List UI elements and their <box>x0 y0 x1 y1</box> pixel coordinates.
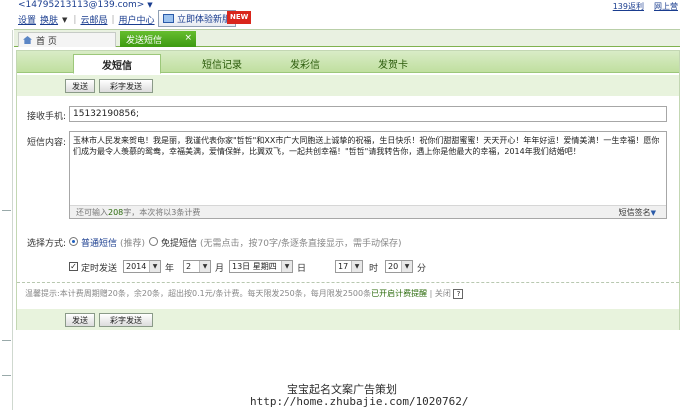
subtab-send-mms[interactable]: 发彩信 <box>275 54 335 73</box>
sub-tab-bar: 发短信 短信记录 发彩信 发贺卡 <box>17 51 679 74</box>
chevron-down-icon: ▼ <box>281 261 292 272</box>
new-badge: NEW <box>227 11 252 24</box>
subtab-send-sms[interactable]: 发短信 <box>73 54 161 74</box>
signature-dropdown[interactable]: 短信签名▼ <box>619 207 656 218</box>
recipient-label: 接收手机: <box>27 112 67 122</box>
bottom-toolbar: 发送 彩字发送 <box>17 309 679 330</box>
free-sms-label[interactable]: 免提短信 <box>161 236 197 249</box>
month-select[interactable]: 2 ▼ <box>183 260 211 273</box>
hour-select[interactable]: 17 ▼ <box>335 260 363 273</box>
subtab-sms-records[interactable]: 短信记录 <box>187 54 257 73</box>
normal-sms-label[interactable]: 普通短信 <box>81 236 117 249</box>
subtab-send-card[interactable]: 发贺卡 <box>363 54 423 73</box>
settings-link[interactable]: 设置 <box>18 13 36 26</box>
divider: | <box>73 14 77 25</box>
user-center-link[interactable]: 用户中心 <box>119 13 155 26</box>
rebate-link[interactable]: 139返利 <box>613 1 644 12</box>
monitor-icon <box>163 14 174 23</box>
normal-sms-radio[interactable] <box>69 237 78 246</box>
chevron-down-icon: ▼ <box>149 261 160 272</box>
divider <box>2 210 11 211</box>
day-select[interactable]: 13日 星期四 ▼ <box>229 260 293 273</box>
online-link[interactable]: 网上营 <box>654 1 678 12</box>
tips-text: 温馨提示:本计费周期赠20条，余20条，超出按0.1元/条计费。每天限发250条… <box>25 288 464 299</box>
divider <box>2 375 11 376</box>
top-bar: <14795213113@139.com> ▼ 设置 换肤 ▼ | 云邮局 | … <box>0 0 680 30</box>
minute-select[interactable]: 20 ▼ <box>385 260 413 273</box>
left-sidebar-strip <box>0 30 13 410</box>
chevron-down-icon: ▼ <box>351 261 362 272</box>
free-sms-note: (无需点击，按70字/条逐条直接显示，需手动保存) <box>200 239 402 249</box>
send-button-bottom[interactable]: 发送 <box>65 313 95 327</box>
top-toolbar: 发送 彩字发送 <box>17 75 679 96</box>
divider <box>2 340 11 341</box>
recipient-input[interactable]: 15132190856; <box>69 106 667 122</box>
minute-unit: 分 <box>417 264 427 274</box>
tab-home[interactable]: 首 页 <box>18 32 116 47</box>
content-footer: 还可输入208字，本次将以3条计费 短信签名▼ <box>70 205 666 218</box>
skin-link[interactable]: 换肤 <box>40 13 58 26</box>
chevron-down-icon: ▼ <box>147 1 153 9</box>
top-nav: 设置 换肤 ▼ | 云邮局 | 用户中心 <box>18 13 159 27</box>
sms-content-text: 玉林市人民发来贺电！我是丽，我谨代表你家"哲哲"和XX市广大同胞送上诚挚的祝福，… <box>73 136 660 156</box>
normal-sms-note: (推荐) <box>120 239 146 249</box>
char-remaining: 还可输入208字，本次将以3条计费 <box>76 208 201 217</box>
year-select[interactable]: 2014 ▼ <box>123 260 161 273</box>
watermark-url: http://home.zhubajie.com/1020762/ <box>250 395 469 408</box>
close-icon[interactable]: × <box>184 33 192 43</box>
home-icon <box>23 36 32 44</box>
chevron-down-icon: ▼ <box>650 209 656 217</box>
colorful-send-button-bottom[interactable]: 彩字发送 <box>99 313 153 327</box>
month-unit: 月 <box>215 264 225 274</box>
mode-label: 选择方式: <box>27 239 67 249</box>
tab-home-label: 首 页 <box>36 36 57 47</box>
hour-unit: 时 <box>369 264 379 274</box>
content-label: 短信内容: <box>27 138 67 148</box>
tab-send-sms[interactable]: 发送短信 × <box>120 31 196 47</box>
close-tips-link[interactable]: | 关闭 <box>430 289 451 298</box>
try-new-version-label: 立即体验新版 <box>177 15 232 25</box>
send-button[interactable]: 发送 <box>65 79 95 93</box>
year-unit: 年 <box>165 264 175 274</box>
chevron-down-icon: ▼ <box>199 261 210 272</box>
top-right-links: 139返利 网上营 <box>613 1 678 12</box>
schedule-checkbox[interactable]: ✓ <box>69 262 78 271</box>
account-menu[interactable]: <14795213113@139.com> ▼ <box>18 0 153 10</box>
free-sms-radio[interactable] <box>149 237 158 246</box>
tab-send-sms-label: 发送短信 <box>126 35 163 46</box>
day-unit: 日 <box>297 264 307 274</box>
divider: | <box>111 14 115 25</box>
chevron-down-icon[interactable]: ▼ <box>62 16 67 24</box>
help-icon[interactable]: ? <box>453 288 464 299</box>
colorful-send-button[interactable]: 彩字发送 <box>99 79 153 93</box>
chevron-down-icon: ▼ <box>401 261 412 272</box>
schedule-label: 定时发送 <box>81 264 118 274</box>
sms-content-textarea[interactable]: 玉林市人民发来贺电！我是丽，我谨代表你家"哲哲"和XX市广大同胞送上诚挚的祝福，… <box>69 131 667 219</box>
sms-panel: 发短信 短信记录 发彩信 发贺卡 发送 彩字发送 接收手机: 151321908… <box>16 50 680 330</box>
divider <box>17 282 679 283</box>
tab-bar: 首 页 发送短信 × <box>14 30 680 47</box>
billing-reminder-link[interactable]: 已开启计费提醒 <box>371 289 427 298</box>
cloud-post-link[interactable]: 云邮局 <box>80 13 107 26</box>
try-new-version-button[interactable]: 立即体验新版 <box>158 10 237 27</box>
